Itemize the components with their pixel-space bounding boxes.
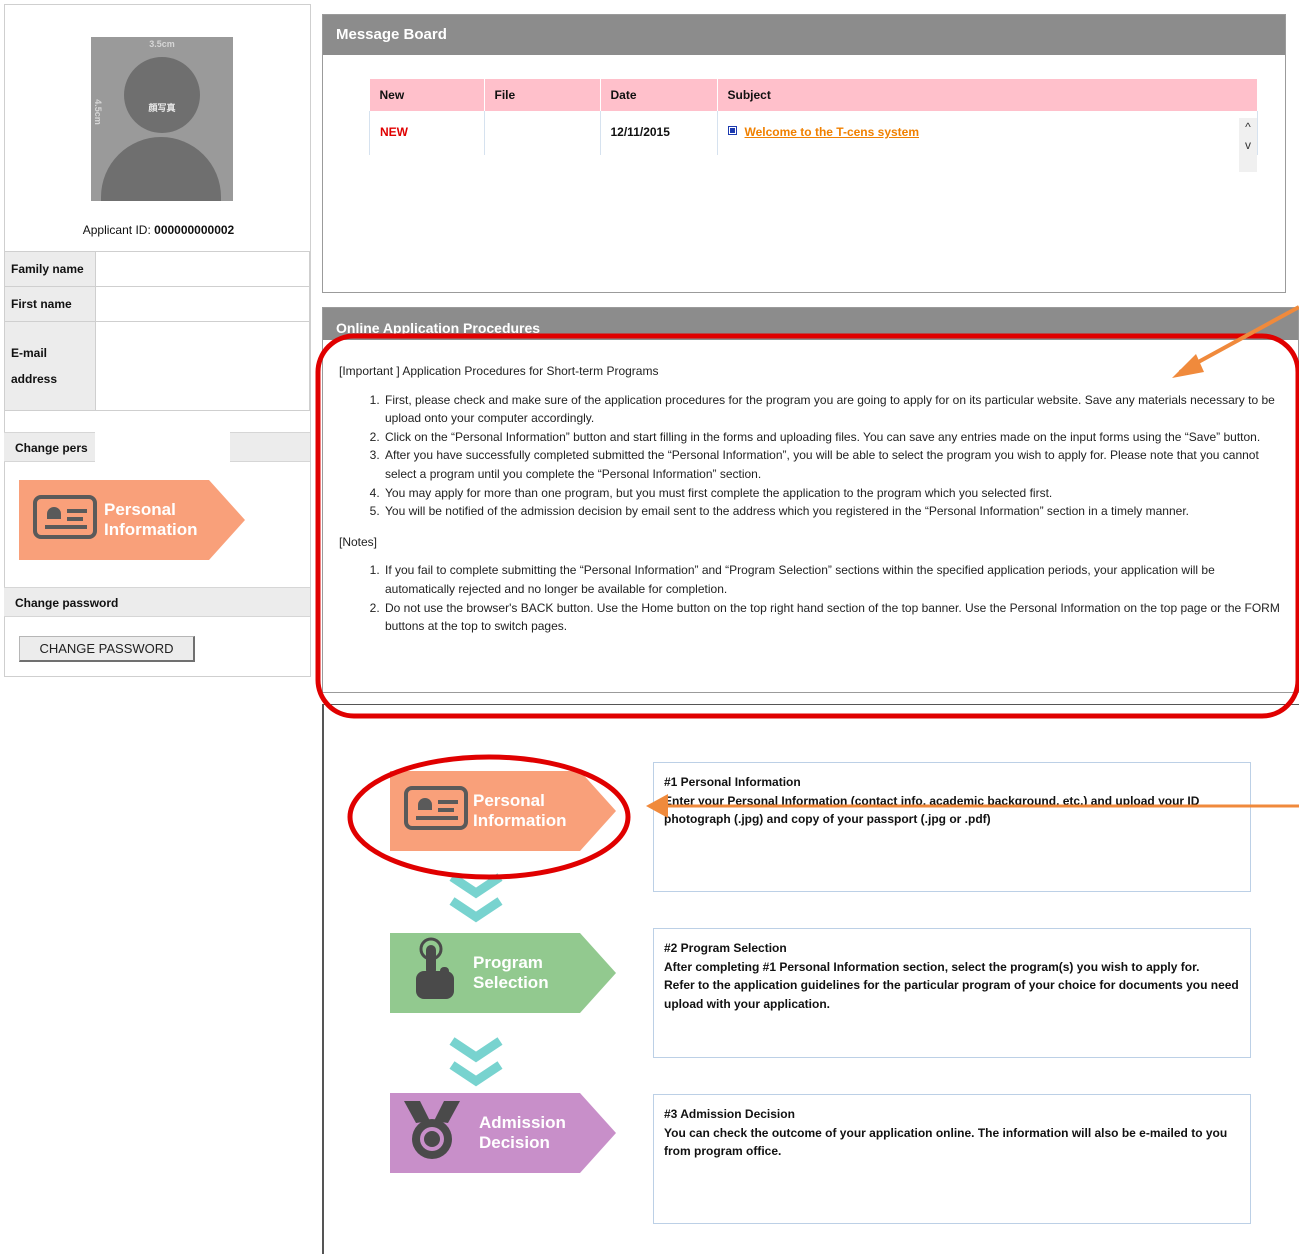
application-flow: Personal Information #1 Personal Informa… — [322, 704, 1299, 1254]
step-admission-title: #3 Admission Decision — [664, 1107, 795, 1121]
procedure-step: Click on the “Personal Information” butt… — [383, 428, 1286, 447]
id-card-icon — [33, 495, 97, 539]
change-password-heading: Change password — [4, 587, 310, 617]
silhouette-body — [101, 137, 221, 201]
procedure-step: You will be notified of the admission de… — [383, 502, 1286, 521]
bullet-icon — [727, 126, 737, 135]
sidebar-personal-line2: Information — [104, 520, 198, 539]
email-label-line1: E-mail — [11, 346, 48, 360]
message-board-title: Message Board — [323, 15, 1285, 55]
flow-program-selection-button[interactable]: Program Selection — [390, 933, 616, 1013]
procedure-steps: First, please check and make sure of the… — [339, 391, 1286, 521]
col-new: New — [369, 79, 485, 111]
row-file — [483, 111, 601, 155]
table-row: NEW 12/11/2015 Welcome to the T-cens sys… — [369, 111, 1258, 155]
step-admission-decision: #3 Admission Decision You can check the … — [653, 1094, 1251, 1224]
scroll-down-icon[interactable]: v — [1239, 136, 1257, 154]
id-card-icon — [404, 786, 468, 830]
sidebar-personal-info-button[interactable]: Personal Information — [19, 480, 245, 560]
message-subject-link[interactable]: Welcome to the T-cens system — [745, 125, 920, 139]
email-value — [95, 321, 310, 411]
applicant-id: Applicant ID: 000000000002 — [5, 223, 312, 237]
procedure-step: After you have successfully completed su… — [383, 446, 1286, 483]
message-scrollbar[interactable]: ^ v — [1239, 118, 1257, 172]
first-name-value — [95, 286, 310, 322]
procedure-note: Do not use the browser's BACK button. Us… — [383, 599, 1286, 636]
col-file: File — [484, 79, 601, 111]
procedure-notes: If you fail to complete submitting the “… — [339, 561, 1286, 635]
procedures-body: [Important ] Application Procedures for … — [339, 362, 1286, 648]
row-new-flag: NEW — [369, 111, 485, 155]
message-table-header: New File Date Subject — [369, 79, 1258, 111]
scroll-up-icon[interactable]: ^ — [1239, 118, 1257, 136]
applicant-id-value: 000000000002 — [154, 223, 235, 237]
step-program-desc2: Refer to the application guidelines for … — [664, 978, 1239, 1011]
id-photo-placeholder: 3.5cm 4.5cm 顔写真 — [91, 37, 233, 201]
application-procedures: Online Application Procedures [Important… — [322, 307, 1299, 693]
change-password-button[interactable]: CHANGE PASSWORD — [19, 636, 195, 662]
silhouette-head — [124, 57, 200, 133]
email-label: E-mail address — [4, 321, 96, 411]
photo-width-label: 3.5cm — [149, 39, 175, 49]
procedure-note: If you fail to complete submitting the “… — [383, 561, 1286, 598]
step-personal-info: #1 Personal Information Enter your Perso… — [653, 762, 1251, 892]
col-subject: Subject — [717, 79, 1258, 111]
down-chevron-icon — [449, 1037, 503, 1087]
col-date: Date — [600, 79, 718, 111]
flow-personal-line1: Personal — [473, 791, 545, 810]
flow-personal-info-button[interactable]: Personal Information — [390, 771, 616, 851]
flow-program-line1: Program — [473, 953, 543, 972]
applicant-id-label: Applicant ID: — [82, 223, 151, 237]
flow-personal-line2: Information — [473, 811, 567, 830]
family-name-label: Family name — [4, 251, 96, 287]
step-program-selection: #2 Program Selection After completing #1… — [653, 928, 1251, 1058]
first-name-label: First name — [4, 286, 96, 322]
important-heading: [Important ] Application Procedures for … — [339, 364, 659, 378]
message-table: New File Date Subject NEW 12/11/2015 Wel… — [369, 79, 1258, 155]
redaction-mask — [95, 421, 230, 463]
change-personal-label: Change pers — [15, 441, 88, 455]
step-program-title: #2 Program Selection — [664, 941, 787, 955]
flow-admission-line2: Decision — [479, 1133, 550, 1152]
flow-admission-decision-button[interactable]: Admission Decision — [390, 1093, 616, 1173]
step-personal-title: #1 Personal Information — [664, 775, 801, 789]
step-program-desc1: After completing #1 Personal Information… — [664, 959, 1200, 974]
row-date: 12/11/2015 — [599, 111, 718, 155]
step-personal-desc: Enter your Personal Information (contact… — [664, 793, 1200, 827]
sidebar-personal-line1: Personal — [104, 500, 176, 519]
profile-table: Family name First name E-mail address — [4, 251, 310, 411]
procedures-title: Online Application Procedures — [323, 308, 1298, 340]
flow-program-line2: Selection — [473, 973, 549, 992]
procedure-step: First, please check and make sure of the… — [383, 391, 1286, 428]
step-admission-desc: You can check the outcome of your applic… — [664, 1125, 1228, 1159]
row-subject: Welcome to the T-cens system — [716, 111, 1258, 155]
email-label-line2: address — [11, 372, 58, 386]
notes-heading: [Notes] — [339, 534, 378, 549]
flow-admission-line1: Admission — [479, 1113, 566, 1132]
change-personal-heading: Change pers — [4, 421, 310, 463]
change-password-label: Change password — [15, 596, 119, 610]
photo-caption: 顔写真 — [148, 103, 176, 113]
message-board: Message Board New File Date Subject NEW … — [322, 14, 1286, 293]
procedure-step: You may apply for more than one program,… — [383, 484, 1286, 503]
family-name-value — [95, 251, 310, 287]
down-chevron-icon — [449, 873, 503, 923]
